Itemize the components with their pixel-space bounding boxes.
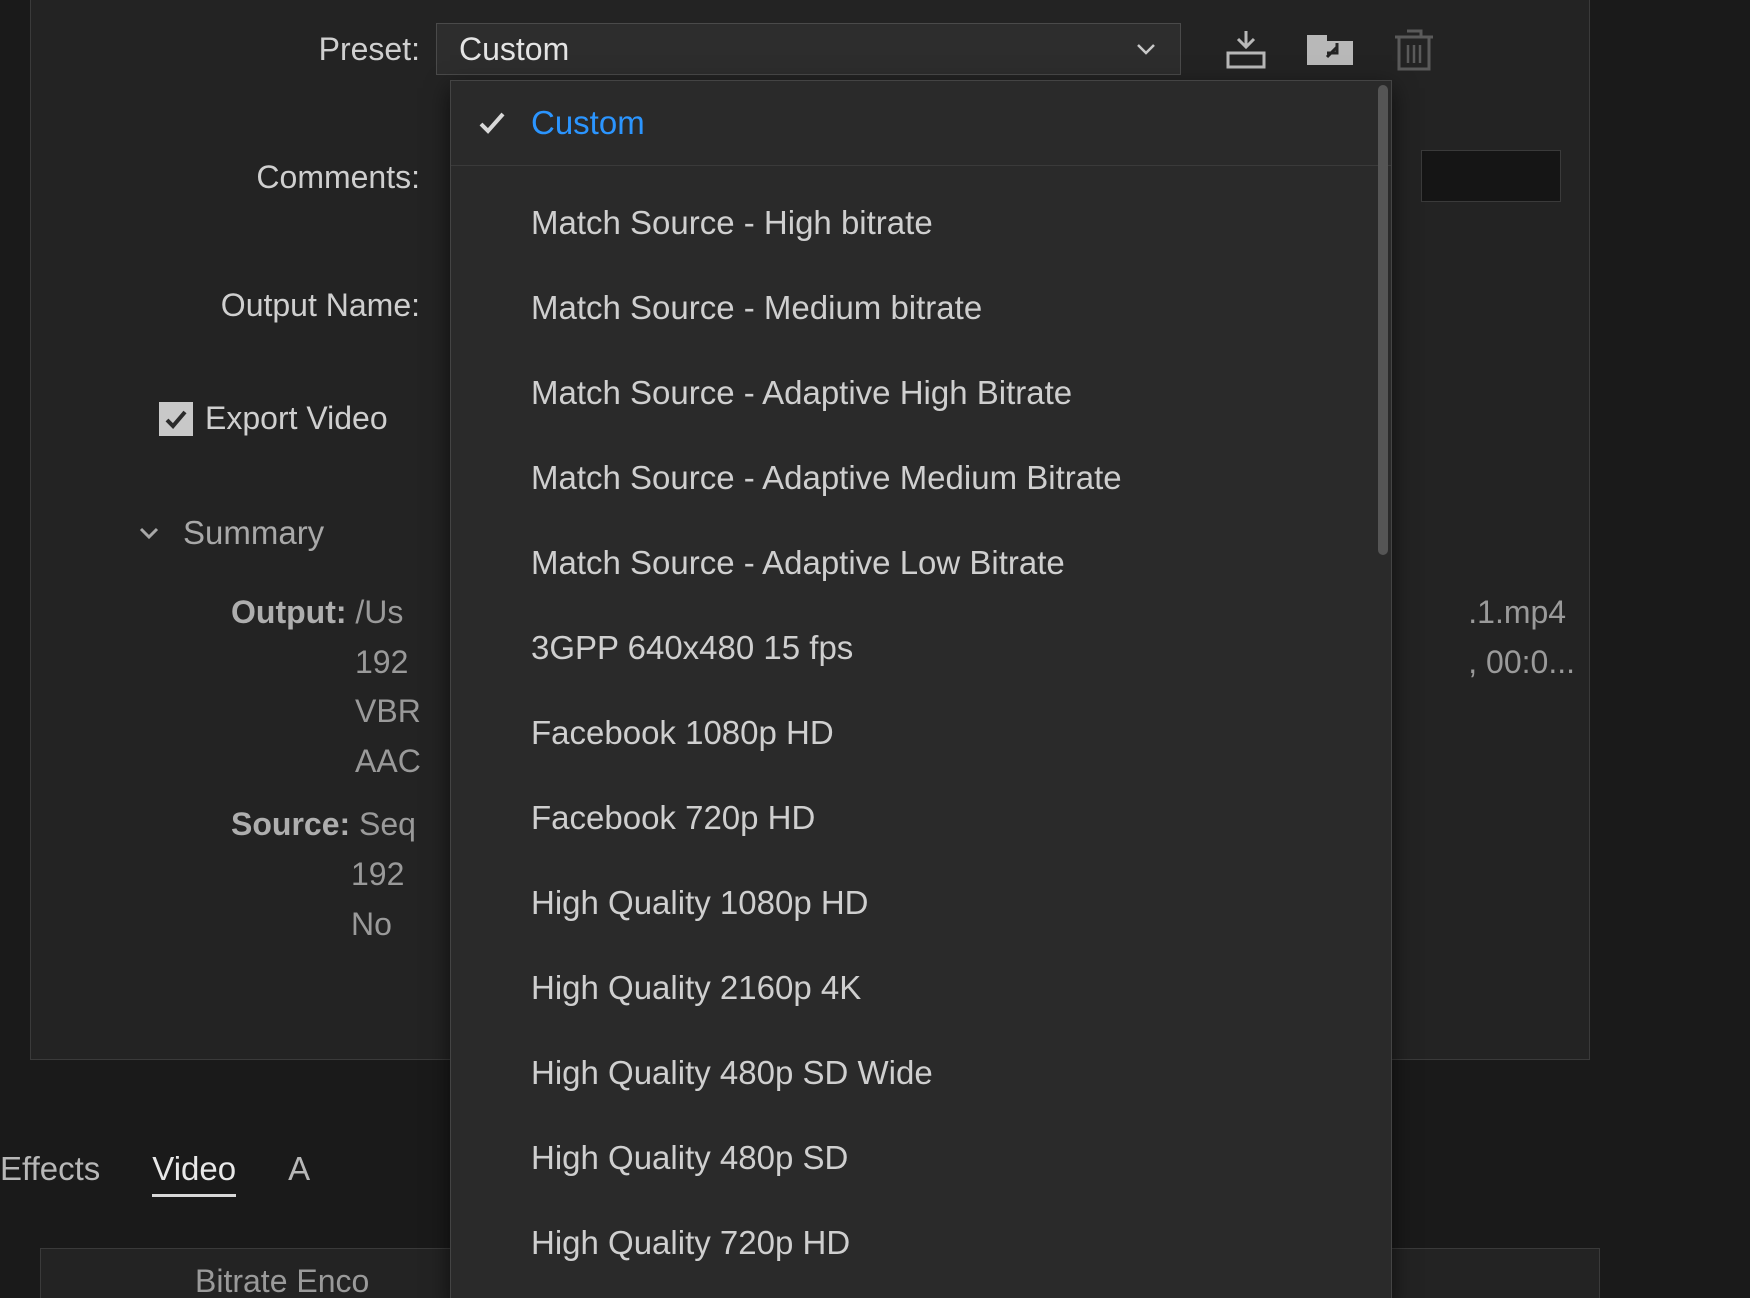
preset-option[interactable]: Match Source - Medium bitrate <box>451 265 1391 350</box>
preset-option[interactable]: Match Source - Adaptive High Bitrate <box>451 350 1391 435</box>
summary-right-trunc: .1.mp4 , 00:0... <box>1468 588 1575 687</box>
tab-audio[interactable]: A <box>288 1150 310 1188</box>
comments-input[interactable] <box>1421 150 1561 202</box>
preset-option[interactable]: High Quality 720p HD <box>451 1200 1391 1285</box>
preset-dropdown[interactable]: Custom <box>436 23 1181 75</box>
output-label-bold: Output: <box>231 594 347 630</box>
tabs-row: Effects Video A <box>0 1150 310 1197</box>
preset-option[interactable]: 3GPP 640x480 15 fps <box>451 605 1391 690</box>
disclosure-triangle-icon <box>137 521 161 545</box>
dropdown-scrollbar[interactable] <box>1378 85 1388 555</box>
export-video-label: Export Video <box>205 400 388 437</box>
output-name-label: Output Name: <box>31 287 436 324</box>
preset-option[interactable]: High Quality 2160p 4K <box>451 945 1391 1030</box>
tab-effects[interactable]: Effects <box>0 1150 100 1188</box>
preset-option[interactable]: Match Source - Adaptive Low Bitrate <box>451 520 1391 605</box>
delete-preset-icon <box>1387 25 1441 73</box>
preset-option-custom[interactable]: Custom <box>451 81 1391 166</box>
source-label-bold: Source: <box>231 806 350 842</box>
summary-label: Summary <box>183 514 324 552</box>
preset-option[interactable]: Facebook 720p HD <box>451 775 1391 860</box>
preset-option[interactable]: Facebook 1080p HD <box>451 690 1391 775</box>
comments-label: Comments: <box>31 159 436 196</box>
save-preset-icon[interactable] <box>1219 25 1273 73</box>
preset-dropdown-menu: Custom Match Source - High bitrate Match… <box>450 80 1392 1298</box>
chevron-down-icon <box>1134 37 1158 61</box>
checkmark-icon <box>477 108 507 138</box>
preset-option[interactable]: High Quality 1080p HD <box>451 860 1391 945</box>
preset-selected-value: Custom <box>459 31 569 68</box>
tab-video[interactable]: Video <box>152 1150 236 1197</box>
summary-body: Output: /Us 192 VBR AAC Source: Seq 192 … <box>231 588 421 949</box>
export-video-checkbox[interactable] <box>159 402 193 436</box>
preset-option[interactable]: High Quality 480p SD Wide <box>451 1030 1391 1115</box>
import-preset-icon[interactable] <box>1303 25 1357 73</box>
preset-option[interactable]: Match Source - High bitrate <box>451 180 1391 265</box>
preset-label: Preset: <box>31 31 436 68</box>
summary-header[interactable]: Summary <box>137 514 324 552</box>
preset-option[interactable]: Match Source - Adaptive Medium Bitrate <box>451 435 1391 520</box>
preset-option[interactable]: High Quality 480p SD <box>451 1115 1391 1200</box>
